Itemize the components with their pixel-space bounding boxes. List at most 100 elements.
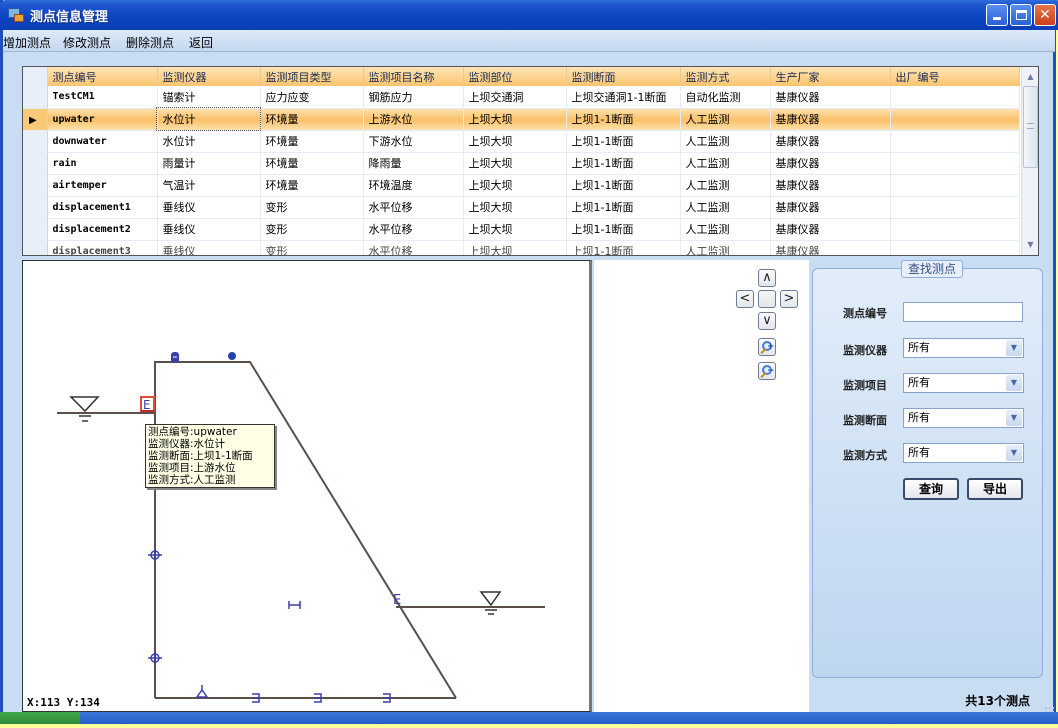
cell-item-type[interactable]: 变形: [260, 218, 364, 241]
cell-item-type[interactable]: 变形: [260, 240, 364, 255]
row-header[interactable]: [23, 240, 48, 255]
cell-section[interactable]: 上坝1-1断面: [566, 196, 681, 219]
table-row[interactable]: displacement2 垂线仪 变形 水平位移 上坝大坝 上坝1-1断面 人工监测 基康仪…: [23, 218, 1020, 241]
zoom-in-button[interactable]: +: [758, 338, 776, 356]
row-header[interactable]: [23, 196, 48, 219]
export-button[interactable]: 导出: [967, 478, 1023, 500]
cell-method[interactable]: 自动化监测: [680, 86, 771, 109]
chevron-down-icon[interactable]: ▼: [1006, 410, 1022, 426]
cell-item-name[interactable]: 水平位移: [363, 240, 464, 255]
cell-serial[interactable]: [890, 86, 1020, 109]
cell-location[interactable]: 上坝大坝: [463, 240, 567, 255]
cell-item-type[interactable]: 环境量: [260, 130, 364, 153]
cell-method[interactable]: 人工监测: [680, 108, 771, 131]
table-row[interactable]: ▶ upwater 水位计 环境量 上游水位 上坝大坝 上坝1-1断面 人工监测 基康仪器: [23, 107, 1020, 131]
cell-point-id[interactable]: downwater: [47, 130, 158, 153]
cell-serial[interactable]: [890, 218, 1020, 241]
cell-manufacturer[interactable]: 基康仪器: [770, 108, 891, 131]
column-header-method[interactable]: 监测方式: [680, 67, 771, 86]
pan-left-button[interactable]: <: [736, 290, 754, 308]
pan-center-button[interactable]: [758, 290, 776, 308]
cell-manufacturer[interactable]: 基康仪器: [770, 240, 891, 255]
cell-point-id[interactable]: displacement1: [47, 196, 158, 219]
cell-location[interactable]: 上坝大坝: [463, 196, 567, 219]
cell-manufacturer[interactable]: 基康仪器: [770, 218, 891, 241]
cell-item-name[interactable]: 降雨量: [363, 152, 464, 175]
cell-item-name[interactable]: 环境温度: [363, 174, 464, 197]
maximize-button[interactable]: [1010, 4, 1032, 26]
cell-instrument[interactable]: 水位计: [157, 130, 261, 153]
row-header[interactable]: [23, 86, 48, 109]
cell-manufacturer[interactable]: 基康仪器: [770, 174, 891, 197]
cell-item-type[interactable]: 环境量: [260, 152, 364, 175]
minimize-button[interactable]: [986, 4, 1008, 26]
select-all-corner[interactable]: [23, 67, 48, 86]
cell-method[interactable]: 人工监测: [680, 152, 771, 175]
cell-method[interactable]: 人工监测: [680, 218, 771, 241]
query-button[interactable]: 查询: [903, 478, 959, 500]
start-button[interactable]: [0, 712, 80, 724]
cell-manufacturer[interactable]: 基康仪器: [770, 196, 891, 219]
cell-point-id[interactable]: airtemper: [47, 174, 158, 197]
cell-location[interactable]: 上坝大坝: [463, 108, 567, 131]
row-header[interactable]: [23, 130, 48, 153]
cell-method[interactable]: 人工监测: [680, 196, 771, 219]
table-row[interactable]: displacement3 垂线仪 变形 水平位移 上坝大坝 上坝1-1断面 人工监测 基康仪…: [23, 240, 1020, 255]
menu-add-point[interactable]: 增加测点: [3, 34, 51, 51]
cell-serial[interactable]: [890, 174, 1020, 197]
cell-instrument[interactable]: 垂线仪: [157, 218, 261, 241]
column-header-item-name[interactable]: 监测项目名称: [363, 67, 464, 86]
column-header-serial[interactable]: 出厂编号: [890, 67, 1020, 86]
cell-point-id[interactable]: upwater: [47, 108, 158, 131]
cell-point-id[interactable]: TestCM1: [47, 86, 158, 109]
cell-item-name[interactable]: 水平位移: [363, 218, 464, 241]
cell-item-name[interactable]: 上游水位: [363, 108, 464, 131]
cell-section[interactable]: 上坝1-1断面: [566, 174, 681, 197]
cell-section[interactable]: 上坝1-1断面: [566, 130, 681, 153]
menu-edit-point[interactable]: 修改测点: [63, 34, 111, 51]
cell-method[interactable]: 人工监测: [680, 130, 771, 153]
cell-item-type[interactable]: 环境量: [260, 108, 364, 131]
point-id-input[interactable]: [903, 302, 1023, 322]
cell-item-type[interactable]: 环境量: [260, 174, 364, 197]
cell-instrument[interactable]: 水位计: [156, 107, 261, 131]
cell-serial[interactable]: [890, 108, 1020, 131]
cell-item-type[interactable]: 应力应变: [260, 86, 364, 109]
points-grid[interactable]: 测点编号 监测仪器 监测项目类型 监测项目名称 监测部位 监测断面 监测方式 生…: [22, 66, 1039, 256]
cell-instrument[interactable]: 气温计: [157, 174, 261, 197]
cell-location[interactable]: 上坝大坝: [463, 174, 567, 197]
cell-point-id[interactable]: rain: [47, 152, 158, 175]
title-bar[interactable]: 测点信息管理 ✕: [0, 0, 1058, 30]
item-select[interactable]: 所有 ▼: [903, 373, 1024, 393]
pan-right-button[interactable]: >: [780, 290, 798, 308]
row-header[interactable]: [23, 152, 48, 175]
table-row[interactable]: displacement1 垂线仪 变形 水平位移 上坝大坝 上坝1-1断面 人工监测 基康仪…: [23, 196, 1020, 219]
row-header[interactable]: ▶: [23, 108, 48, 131]
cell-manufacturer[interactable]: 基康仪器: [770, 130, 891, 153]
cell-serial[interactable]: [890, 196, 1020, 219]
column-header-item-type[interactable]: 监测项目类型: [260, 67, 364, 86]
row-header[interactable]: [23, 218, 48, 241]
cell-serial[interactable]: [890, 130, 1020, 153]
cell-location[interactable]: 上坝大坝: [463, 218, 567, 241]
table-row[interactable]: airtemper 气温计 环境量 环境温度 上坝大坝 上坝1-1断面 人工监测 基康仪器: [23, 174, 1020, 197]
row-header[interactable]: [23, 174, 48, 197]
column-header-manufacturer[interactable]: 生产厂家: [770, 67, 891, 86]
column-header-instrument[interactable]: 监测仪器: [157, 67, 261, 86]
cell-item-name[interactable]: 水平位移: [363, 196, 464, 219]
cell-instrument[interactable]: 雨量计: [157, 152, 261, 175]
cell-location[interactable]: 上坝大坝: [463, 130, 567, 153]
dam-diagram-canvas[interactable]: E E 测点编号:upwater 监测仪器:水位计 监测断面:上坝1-1断面 监…: [22, 260, 592, 712]
scroll-thumb[interactable]: [1023, 86, 1038, 168]
cell-point-id[interactable]: displacement3: [47, 240, 158, 255]
cell-item-type[interactable]: 变形: [260, 196, 364, 219]
cell-serial[interactable]: [890, 152, 1020, 175]
cell-location[interactable]: 上坝大坝: [463, 152, 567, 175]
zoom-out-button[interactable]: −: [758, 362, 776, 380]
cell-serial[interactable]: [890, 240, 1020, 255]
cell-section[interactable]: 上坝1-1断面: [566, 240, 681, 255]
cell-section[interactable]: 上坝1-1断面: [566, 108, 681, 131]
menu-delete-point[interactable]: 删除测点: [126, 34, 174, 51]
cell-point-id[interactable]: displacement2: [47, 218, 158, 241]
cell-manufacturer[interactable]: 基康仪器: [770, 86, 891, 109]
